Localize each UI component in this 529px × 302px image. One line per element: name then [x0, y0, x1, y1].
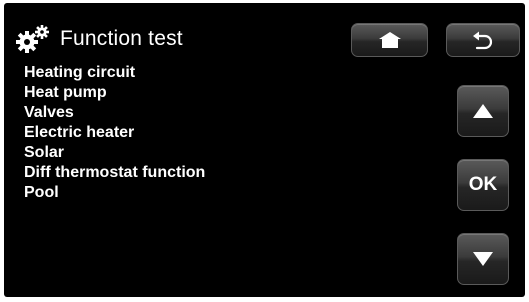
page-title: Function test	[60, 27, 183, 50]
up-arrow-icon	[473, 104, 493, 118]
function-test-menu: Heating circuit Heat pump Valves Electri…	[24, 63, 205, 203]
menu-item-heating-circuit[interactable]: Heating circuit	[24, 63, 205, 83]
home-icon	[378, 32, 401, 48]
scroll-up-button[interactable]	[457, 85, 509, 137]
menu-item-solar[interactable]: Solar	[24, 143, 205, 163]
header: Function test	[16, 21, 183, 57]
gears-icon	[16, 25, 49, 53]
home-button[interactable]	[351, 23, 428, 57]
back-arrow-icon	[473, 31, 493, 50]
menu-item-diff-thermostat-function[interactable]: Diff thermostat function	[24, 163, 205, 183]
down-arrow-icon	[473, 252, 493, 266]
ok-button-label: OK	[468, 174, 498, 195]
scroll-down-button[interactable]	[457, 233, 509, 285]
back-button[interactable]	[446, 23, 520, 57]
display-screen: Function test Heating circuit Heat pump …	[4, 3, 525, 297]
menu-item-pool[interactable]: Pool	[24, 183, 205, 203]
ok-button[interactable]: OK	[457, 159, 509, 211]
menu-item-heat-pump[interactable]: Heat pump	[24, 83, 205, 103]
menu-item-electric-heater[interactable]: Electric heater	[24, 123, 205, 143]
menu-item-valves[interactable]: Valves	[24, 103, 205, 123]
